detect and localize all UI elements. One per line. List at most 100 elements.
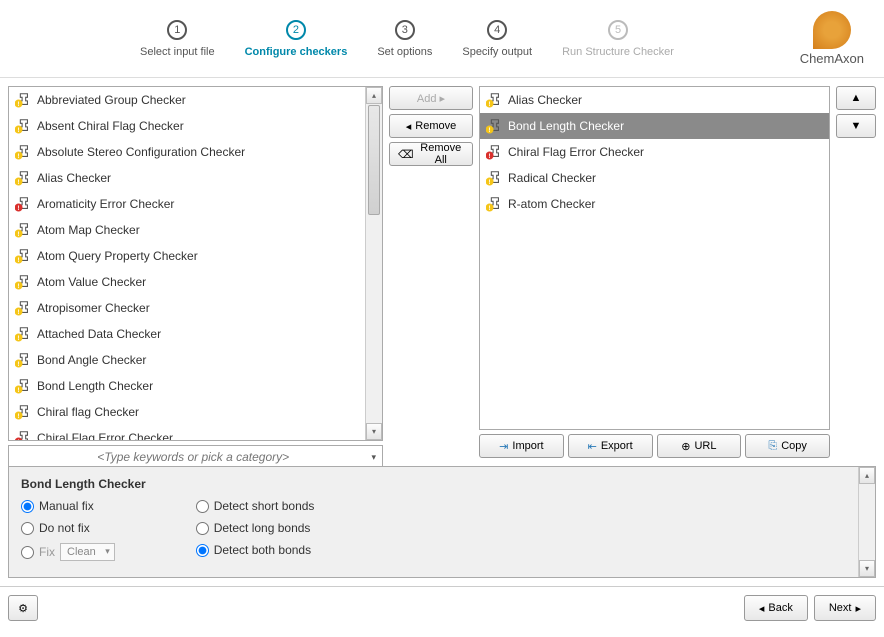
checker-item[interactable]: ! Atropisomer Checker [9,295,365,321]
import-button[interactable]: ⇥Import [479,434,564,458]
svg-text:!: ! [489,179,491,186]
wizard-step[interactable]: 3Set options [377,20,432,58]
checker-label: Alias Checker [508,93,582,107]
radio-input[interactable] [21,522,34,535]
export-button[interactable]: ⇤Export [568,434,653,458]
scrollbar[interactable]: ▴ ▾ [365,87,382,440]
checker-detail-panel: Bond Length Checker Manual fixDo not fix… [8,466,876,578]
checker-item[interactable]: !Absolute Stereo Configuration Checker [9,139,365,165]
wizard-header: 1Select input file 2Configure checkers 3Se… [0,0,884,78]
checker-item[interactable]: !Bond Angle Checker [9,347,365,373]
checker-item[interactable]: ! Chiral flag Checker [9,399,365,425]
option-label: Fix [39,545,55,559]
checker-item[interactable]: !Radical Checker [480,165,829,191]
back-button[interactable]: ◂Back [744,595,808,621]
available-checker-list[interactable]: !Abbreviated Group Checker! Absent Chiral… [9,87,365,440]
checker-item[interactable]: !Chiral Flag Error Checker [480,139,829,165]
move-up-button[interactable]: ▲ [836,86,876,110]
radio-input[interactable] [196,544,209,557]
chemaxon-logo: ChemAxon [800,11,864,66]
checker-label: Chiral flag Checker [37,405,139,419]
checker-item[interactable]: ! Bond Length Checker [480,113,829,139]
checker-item[interactable]: !Aromaticity Error Checker [9,191,365,217]
logo-text: ChemAxon [800,51,864,66]
detect-option[interactable]: Detect short bonds [196,499,315,513]
checker-item[interactable]: !Attached Data Checker [9,321,365,347]
checker-label: Bond Length Checker [37,379,153,393]
detect-option[interactable]: Detect long bonds [196,521,315,535]
svg-text:!: ! [18,309,20,316]
wizard-step[interactable]: 5Run Structure Checker [562,20,674,58]
selected-panel: !Alias Checker!Bond Length Checker!Chira… [479,86,830,458]
radio-input[interactable] [21,546,34,559]
checker-item[interactable]: !Atom Value Checker [9,269,365,295]
detect-option[interactable]: Detect both bonds [196,543,315,557]
svg-text:!: ! [18,361,20,368]
svg-text:!: ! [18,127,20,134]
checker-item[interactable]: !Alias Checker [480,87,829,113]
checker-icon: ! [15,430,31,440]
dropdown-arrow-icon[interactable]: ▾ [371,452,376,463]
selected-checker-list[interactable]: !Alias Checker!Bond Length Checker!Chira… [479,86,830,430]
add-button[interactable]: Add ▸ [389,86,473,110]
wizard-step[interactable]: 4Specify output [462,20,532,58]
svg-text:!: ! [489,153,491,160]
detect-options-group: Detect short bonds Detect long bonds Detec… [196,477,315,567]
fix-option[interactable]: Do not fix [21,521,146,535]
checker-item[interactable]: ! Chiral Flag Error Checker [9,425,365,440]
option-label: Detect short bonds [214,499,315,513]
svg-text:!: ! [18,439,20,440]
remove-button[interactable]: ◂Remove [389,114,473,138]
scroll-up-button[interactable]: ▴ [366,87,382,104]
scroll-up-button[interactable]: ▴ [859,467,875,484]
radio-input[interactable] [196,500,209,513]
search-input[interactable] [15,450,371,464]
checker-label: Chiral Flag Error Checker [37,431,173,440]
checker-item[interactable]: !Abbreviated Group Checker [9,87,365,113]
fix-option[interactable]: Manual fix [21,499,146,513]
detail-scrollbar[interactable]: ▴ ▾ [858,467,875,577]
settings-button[interactable]: ⚙ [8,595,38,621]
checker-icon: ! [15,404,31,420]
gear-icon: ⚙ [18,602,28,615]
checker-item[interactable]: !Alias Checker [9,165,365,191]
checker-item[interactable]: !Atom Map Checker [9,217,365,243]
scroll-down-button[interactable]: ▾ [366,423,382,440]
scroll-down-button[interactable]: ▾ [859,560,875,577]
radio-input[interactable] [21,500,34,513]
next-button[interactable]: Next▸ [814,595,876,621]
url-icon: ⊕ [681,440,690,453]
fix-select[interactable]: Clean [60,543,115,561]
wizard-step[interactable]: 1Select input file [140,20,215,58]
step-label: Select input file [140,46,215,58]
checker-item[interactable]: !Atom Query Property Checker [9,243,365,269]
remove-all-button[interactable]: ⌫Remove All [389,142,473,166]
wizard-step[interactable]: 2Configure checkers [245,20,348,58]
scroll-thumb[interactable] [368,105,380,215]
option-label: Detect both bonds [214,543,311,557]
checker-icon: ! [15,92,31,108]
footer: ⚙ ◂Back Next▸ [0,586,884,629]
checker-item[interactable]: !R-atom Checker [480,191,829,217]
radio-input[interactable] [196,522,209,535]
option-label: Detect long bonds [214,521,311,535]
checker-label: Bond Length Checker [508,119,624,133]
checker-item[interactable]: ! Absent Chiral Flag Checker [9,113,365,139]
step-label: Specify output [462,46,532,58]
move-down-button[interactable]: ▼ [836,114,876,138]
checker-icon: ! [15,248,31,264]
copy-button[interactable]: ⎘Copy [745,434,830,458]
fix-option[interactable]: Fix Clean [21,543,146,561]
checker-icon: ! [15,118,31,134]
checker-item[interactable]: !Bond Length Checker [9,373,365,399]
checker-label: R-atom Checker [508,197,595,211]
step-label: Set options [377,46,432,58]
checker-label: Atropisomer Checker [37,301,150,315]
export-icon: ⇤ [588,440,597,453]
checker-label: Absent Chiral Flag Checker [37,119,184,133]
arrow-left-icon: ◂ [759,602,765,615]
checker-icon: ! [15,144,31,160]
svg-text:!: ! [18,257,20,264]
svg-text:!: ! [489,127,491,134]
url-button[interactable]: ⊕URL [657,434,742,458]
